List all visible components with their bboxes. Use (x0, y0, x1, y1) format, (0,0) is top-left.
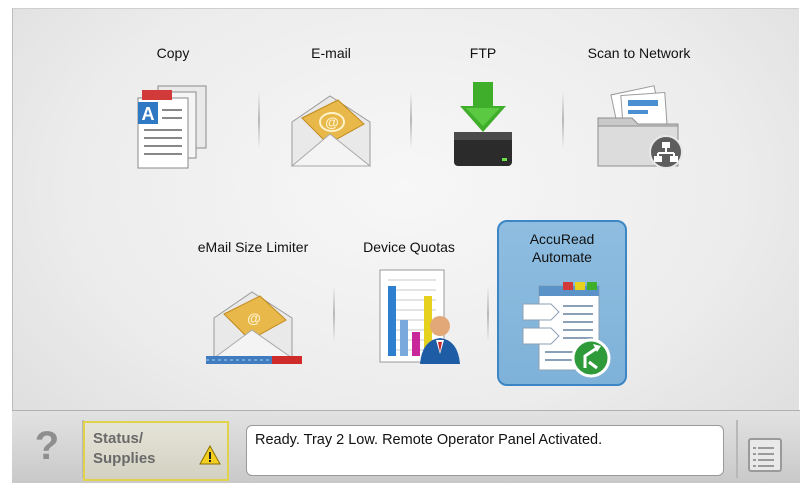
tile-accuread-automate[interactable]: AccuRead Automate (497, 220, 627, 386)
svg-text:@: @ (247, 310, 261, 326)
tile-email-label: E-mail (311, 45, 351, 61)
tile-separator (487, 286, 489, 342)
copy-documents-icon: A (137, 85, 207, 169)
svg-text:A: A (142, 104, 155, 124)
tile-email[interactable]: E-mail @ (266, 10, 396, 170)
tile-accuread-automate-label: AccuRead Automate (529, 231, 595, 265)
status-message: Ready. Tray 2 Low. Remote Operator Panel… (246, 425, 724, 476)
envelope-size-limit-icon: @ (206, 291, 302, 364)
menu-button[interactable] (748, 438, 782, 472)
tile-copy[interactable]: Copy A (108, 10, 238, 170)
tile-email-size-limiter[interactable]: eMail Size Limiter @ (188, 204, 318, 364)
bottom-divider (736, 420, 738, 478)
tile-separator (333, 286, 335, 342)
tile-ftp[interactable]: FTP (418, 10, 548, 170)
network-folder-icon (597, 85, 683, 169)
tile-ftp-label: FTP (469, 45, 497, 61)
tile-separator (562, 92, 564, 148)
ftp-drive-icon (454, 82, 512, 166)
tile-separator (258, 92, 260, 148)
svg-text:@: @ (325, 114, 339, 130)
tile-device-quotas[interactable]: Device Quotas (344, 204, 474, 364)
tile-copy-label: Copy (156, 45, 190, 61)
tile-email-size-limiter-label: eMail Size Limiter (197, 239, 309, 255)
tile-scan-to-network-label: Scan to Network (587, 45, 691, 61)
warning-icon (199, 445, 221, 465)
quota-chart-icon (379, 269, 460, 364)
status-supplies-button[interactable]: Status/ Supplies (83, 421, 229, 481)
tile-scan-to-network[interactable]: Scan to Network (574, 10, 704, 170)
envelope-icon: @ (290, 95, 372, 167)
help-icon: ? (34, 423, 60, 468)
tile-separator (410, 92, 412, 148)
workflow-icon (522, 282, 611, 378)
help-button[interactable]: ? (12, 410, 82, 482)
status-supplies-label: Status/ Supplies (93, 430, 156, 467)
tile-device-quotas-label: Device Quotas (363, 239, 455, 255)
